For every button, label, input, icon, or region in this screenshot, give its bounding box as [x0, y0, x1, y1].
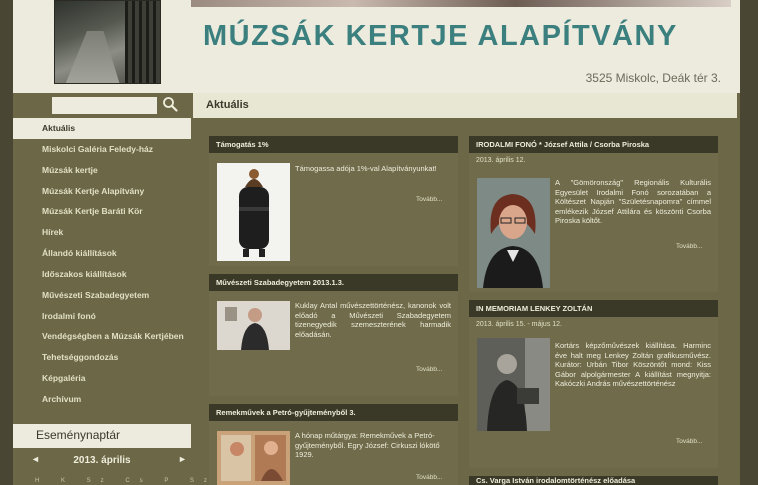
card-thumbnail-artist[interactable]	[477, 338, 550, 431]
search-icon[interactable]	[162, 96, 178, 112]
news-card-remekmuvek: Remekművek a Petró-gyűjteményből 3. A hó…	[209, 404, 458, 485]
card-thumbnail-urn[interactable]	[217, 163, 290, 261]
nav-item-alapitvany[interactable]: Múzsák Kertje Alapítvány	[13, 181, 191, 202]
nav-item-miskolci-galeria[interactable]: Miskolci Galéria Feledy-ház	[13, 139, 191, 160]
nav-item-kepgaleria[interactable]: Képgaléria	[13, 368, 191, 389]
sidebar-search	[13, 93, 191, 118]
nav-item-vendegsegben[interactable]: Vendégségben a Múzsák Kertjében	[13, 326, 191, 347]
card-more-link[interactable]: Tovább...	[416, 474, 442, 481]
card-thumbnail-portrait[interactable]	[477, 178, 550, 288]
sidebar-nav: Aktuális Miskolci Galéria Feledy-ház Múz…	[13, 118, 191, 410]
card-text: Kuklay Antal művészettörténész, kanonok …	[295, 301, 451, 339]
header-garden-photo	[54, 0, 161, 84]
card-more-link[interactable]: Tovább...	[676, 438, 702, 445]
card-title[interactable]: Cs. Varga István irodalomtörténész előad…	[469, 476, 718, 485]
nav-item-muzsak-kertje[interactable]: Múzsák kertje	[13, 160, 191, 181]
nav-item-szabadegyetem[interactable]: Művészeti Szabadegyetem	[13, 285, 191, 306]
nav-item-hirek[interactable]: Hírek	[13, 222, 191, 243]
card-title[interactable]: Remekművek a Petró-gyűjteményből 3.	[209, 404, 458, 421]
card-more-link[interactable]: Tovább...	[416, 196, 442, 203]
calendar-header: Eseménynaptár	[13, 424, 191, 448]
search-input[interactable]	[52, 97, 157, 114]
calendar-next-icon[interactable]: ►	[178, 454, 187, 464]
nav-item-archivum[interactable]: Archívum	[13, 389, 191, 410]
section-title: Aktuális	[206, 99, 249, 111]
calendar-title: Eseménynaptár	[36, 428, 121, 442]
nav-item-tehetseggondozas[interactable]: Tehetséggondozás	[13, 347, 191, 368]
news-card-lenkey: IN MEMORIAM LENKEY ZOLTÁN 2013. április …	[469, 300, 718, 468]
card-text: Kortárs képzőművészek kiállítása. Harmin…	[555, 341, 711, 388]
card-text: A hónap műtárgya: Remekművek a Petró-gyű…	[295, 431, 440, 459]
section-bar: Aktuális	[193, 93, 737, 118]
card-title[interactable]: IRODALMI FONÓ * József Attila / Csorba P…	[469, 136, 718, 153]
news-card-irodalmi-fono: IRODALMI FONÓ * József Attila / Csorba P…	[469, 136, 718, 292]
nav-item-idoszakos-kiallitasok[interactable]: Időszakos kiállítások	[13, 264, 191, 285]
news-card-tamogatas: Támogatás 1% Támogassa adója 1%-val Alap…	[209, 136, 458, 266]
card-text: A "Gömöronszág" Regionális Kulturális Eg…	[555, 178, 711, 225]
card-more-link[interactable]: Tovább...	[416, 366, 442, 373]
card-text: Támogassa adója 1%-val Alapítványunkat!	[295, 164, 437, 173]
card-title[interactable]: IN MEMORIAM LENKEY ZOLTÁN	[469, 300, 718, 317]
nav-item-allando-kiallitasok[interactable]: Állandó kiállítások	[13, 243, 191, 264]
card-date: 2013. április 12.	[476, 157, 526, 164]
card-thumbnail-painting[interactable]	[217, 431, 290, 485]
card-title[interactable]: Támogatás 1%	[209, 136, 458, 153]
news-card-varga: Cs. Varga István irodalomtörténész előad…	[469, 476, 718, 485]
card-date: 2013. április 15. - május 12.	[476, 321, 562, 328]
nav-item-aktualis[interactable]: Aktuális	[13, 118, 191, 139]
card-title[interactable]: Művészeti Szabadegyetem 2013.1.3.	[209, 274, 458, 291]
nav-item-irodalmi-fono[interactable]: Irodalmi fonó	[13, 306, 191, 327]
site-address: 3525 Miskolc, Deák tér 3.	[585, 71, 721, 85]
card-thumbnail-lecturer[interactable]	[217, 301, 290, 350]
news-card-szabadegyetem: Művészeti Szabadegyetem 2013.1.3. Kuklay…	[209, 274, 458, 396]
calendar-nav: ◄ 2013. április ► H K Sz Cs P Sz V	[13, 448, 233, 485]
site-title[interactable]: MÚZSÁK KERTJE ALAPÍTVÁNY	[203, 20, 743, 53]
site-header: MÚZSÁK KERTJE ALAPÍTVÁNY 3525 Miskolc, D…	[13, 0, 740, 93]
nav-item-barati-kor[interactable]: Múzsák Kertje Baráti Kör	[13, 201, 191, 222]
card-more-link[interactable]: Tovább...	[676, 243, 702, 250]
header-photo-strip	[191, 0, 731, 7]
calendar-month: 2013. április	[73, 455, 131, 466]
